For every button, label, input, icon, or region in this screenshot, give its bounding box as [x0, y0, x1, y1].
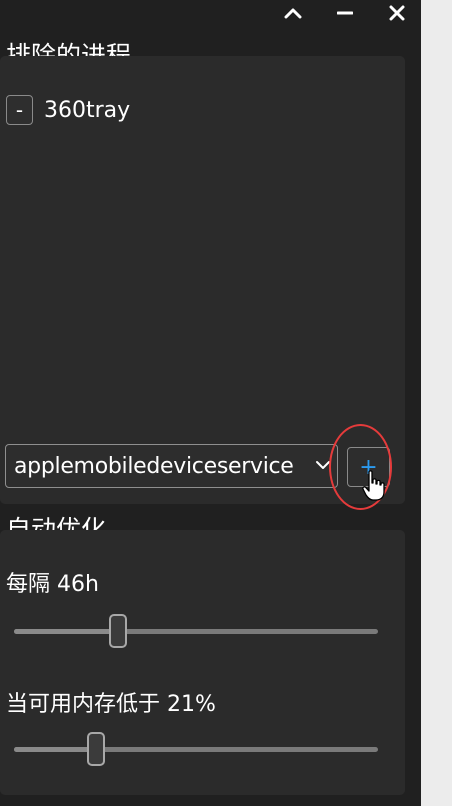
list-item: - 360tray: [6, 94, 130, 126]
interval-slider-fill: [14, 629, 119, 634]
chevron-up-icon: [284, 8, 302, 19]
hand-cursor-icon: [362, 470, 385, 501]
interval-slider[interactable]: [14, 614, 378, 648]
process-select[interactable]: applemobiledeviceservice: [5, 444, 338, 488]
interval-label: 每隔 46h: [6, 572, 99, 597]
memory-threshold-label: 当可用内存低于 21%: [6, 692, 216, 717]
process-name: 360tray: [44, 97, 131, 123]
process-select-value: applemobiledeviceservice: [14, 453, 294, 479]
background-strip: [421, 0, 452, 806]
minimize-button[interactable]: [329, 0, 361, 26]
interval-slider-thumb[interactable]: [109, 614, 128, 648]
memory-slider-thumb[interactable]: [86, 732, 105, 766]
minimize-icon: [337, 11, 353, 15]
memory-slider-fill: [14, 747, 96, 752]
close-button[interactable]: [381, 0, 413, 26]
close-icon: [389, 5, 405, 21]
memory-threshold-slider[interactable]: [14, 732, 378, 766]
collapse-button[interactable]: [277, 0, 309, 26]
remove-process-button[interactable]: -: [6, 95, 33, 125]
